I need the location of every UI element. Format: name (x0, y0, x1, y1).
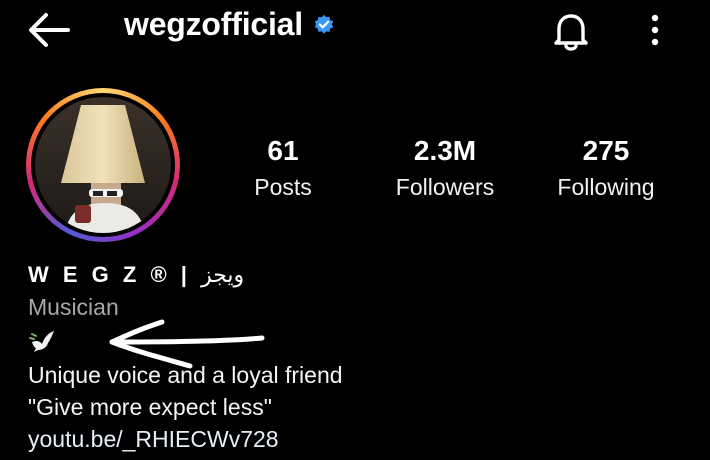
stat-value: 61 (267, 135, 299, 166)
bio-line: "Give more expect less" (28, 394, 272, 420)
display-name-latin: W E G Z ® (28, 262, 171, 287)
stat-label: Followers (395, 174, 495, 200)
avatar-frame (31, 93, 175, 237)
dove-icon (29, 331, 54, 352)
arrow-left-icon (29, 13, 70, 47)
stat-following[interactable]: 275 Following (531, 134, 681, 202)
profile-category: Musician (28, 294, 119, 320)
username: wegzofficial (124, 6, 303, 42)
bell-icon (554, 14, 588, 51)
display-name-arabic: ويجز (201, 262, 245, 287)
verified-badge-icon (314, 14, 334, 34)
kebab-menu-icon (651, 14, 659, 46)
stat-label: Following (557, 174, 655, 200)
stat-value: 2.3M (413, 135, 477, 166)
story-ring[interactable] (26, 88, 180, 242)
bio-line: Unique voice and a loyal friend (28, 362, 343, 388)
profile-header-title: wegzofficial (124, 6, 335, 43)
notifications-button[interactable] (548, 8, 594, 54)
display-name: W E G Z ® | ويجز (28, 262, 244, 288)
stat-followers[interactable]: 2.3M Followers (370, 134, 520, 202)
stat-posts[interactable]: 61 Posts (208, 134, 358, 202)
stat-label: Posts (254, 174, 312, 200)
avatar (35, 97, 171, 233)
display-name-separator: | (180, 262, 191, 287)
back-button[interactable] (22, 8, 74, 52)
more-options-button[interactable] (640, 10, 670, 50)
bio-link[interactable]: youtu.be/_RHIECWv728 (28, 426, 279, 453)
stat-value: 275 (582, 135, 630, 166)
